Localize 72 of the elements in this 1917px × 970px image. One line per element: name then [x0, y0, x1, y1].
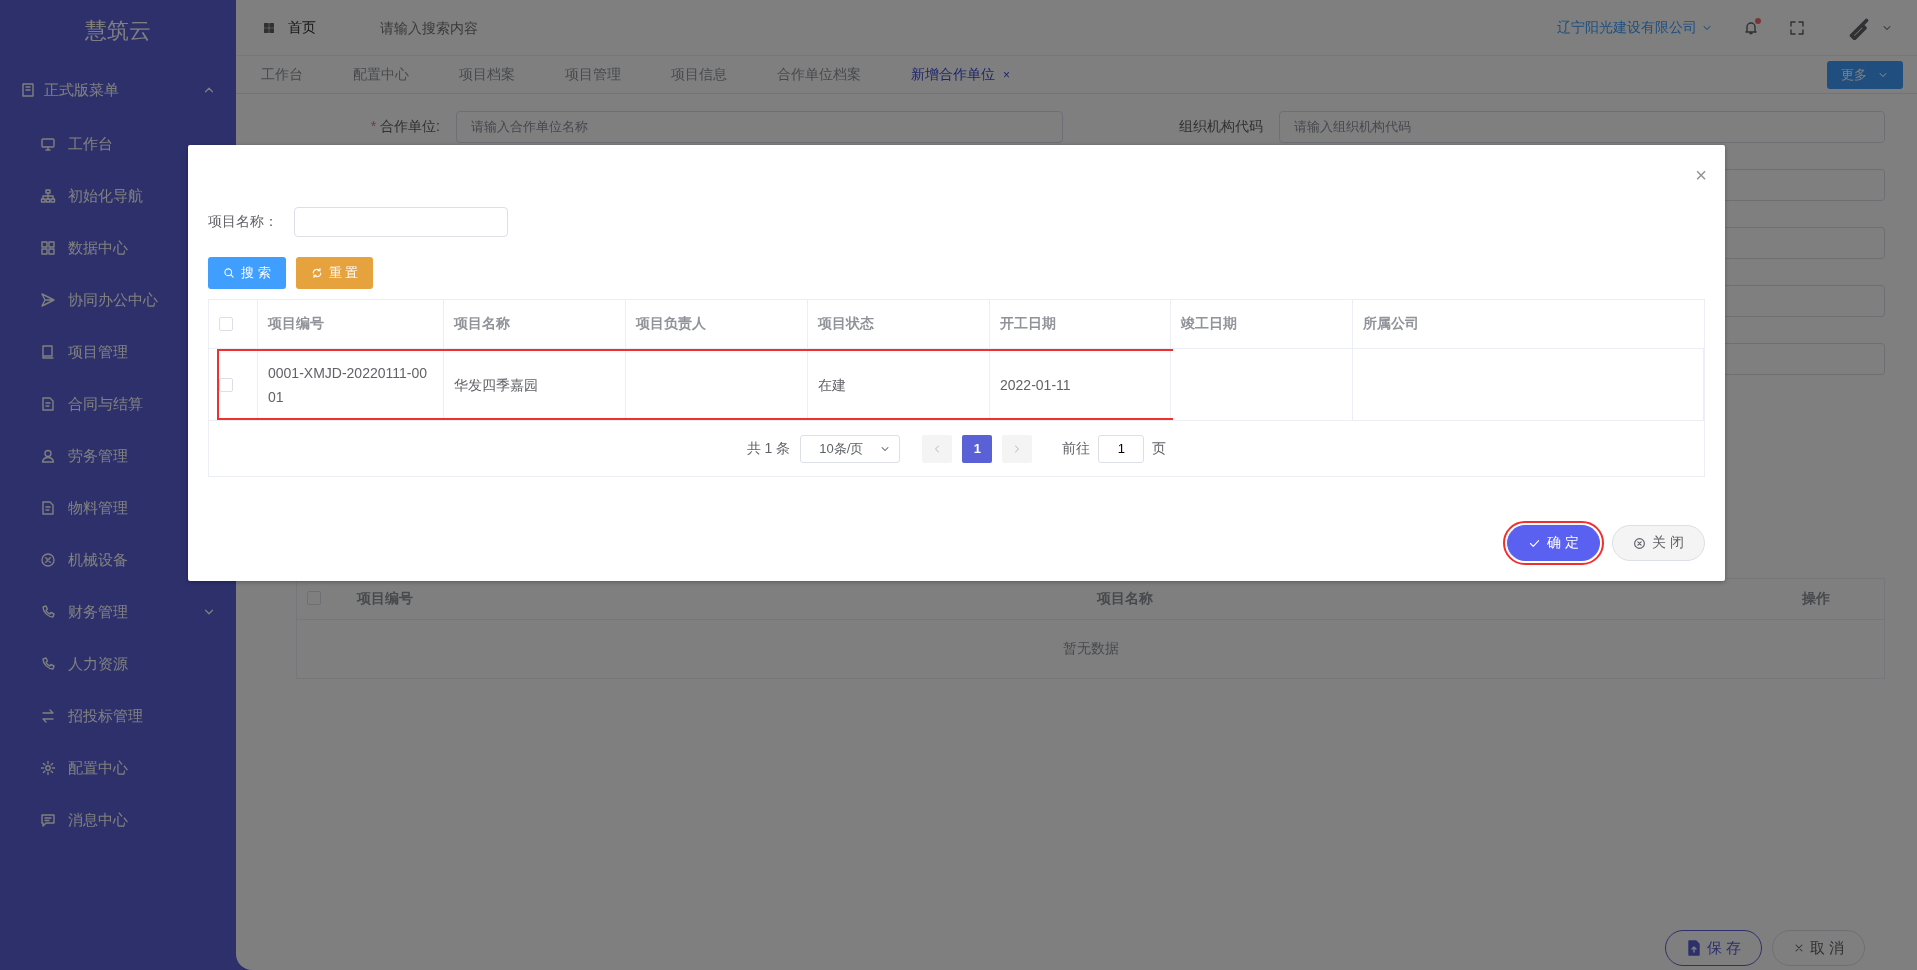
document-edit-icon: [40, 500, 56, 516]
sidebar-item[interactable]: 项目管理: [0, 326, 236, 378]
page-button[interactable]: 1: [962, 434, 993, 463]
bell-icon: [1743, 19, 1759, 36]
fullscreen-icon: [1789, 19, 1805, 36]
close-icon[interactable]: ×: [1003, 67, 1010, 82]
home-link[interactable]: 首页: [288, 18, 316, 37]
field-label: * 合作单位:: [369, 118, 440, 136]
phone-icon: [40, 656, 56, 672]
table-cell-text: 2022-01-11: [1000, 375, 1071, 395]
chat-icon: [40, 812, 56, 828]
circle-x-icon: [40, 552, 56, 568]
sidebar-item[interactable]: 配置中心: [0, 742, 236, 794]
grid-icon: [40, 240, 56, 256]
column-header: 项目名称: [444, 300, 626, 348]
close-button[interactable]: 关 闭: [1612, 525, 1705, 561]
refresh-icon: [310, 267, 323, 279]
page-size-select[interactable]: 10条/页: [800, 434, 901, 463]
field-label: 项目名称：: [208, 213, 278, 231]
column-header: 竣工日期: [1171, 300, 1353, 348]
sidebar-item[interactable]: 财务管理: [0, 586, 236, 638]
file-upload-icon: [1685, 940, 1702, 956]
cancel-button[interactable]: 取 消: [1771, 930, 1865, 966]
menu-icon: [20, 82, 36, 98]
table-cell-text: 0001-XMJD-20220111-0001: [268, 363, 429, 407]
column-header: 项目负责人: [626, 300, 808, 348]
app-logo: 慧筑云: [84, 17, 152, 45]
close-button[interactable]: ×: [1695, 165, 1707, 185]
company-selector[interactable]: 辽宁阳光建设有限公司: [1557, 18, 1713, 37]
sidebar-item[interactable]: 工作台: [0, 118, 236, 170]
search-button[interactable]: 搜 索: [208, 257, 286, 289]
save-button[interactable]: 保 存: [1664, 930, 1762, 966]
sidebar-item[interactable]: 招投标管理: [0, 690, 236, 742]
page-input[interactable]: 1: [1098, 434, 1145, 463]
notification-button[interactable]: [1743, 19, 1759, 36]
sidebar-item[interactable]: 物料管理: [0, 482, 236, 534]
sidebar-item[interactable]: 消息中心: [0, 794, 236, 846]
user-icon: [40, 448, 56, 464]
table-cell-text: 在建: [818, 375, 846, 395]
search-icon: [223, 267, 235, 279]
book-icon: [40, 344, 56, 360]
tab[interactable]: 新增合作单位 ×: [886, 56, 1035, 93]
more-button[interactable]: 更多: [1827, 60, 1903, 89]
sitemap-icon: [40, 188, 56, 204]
total-count: 共 1 条: [746, 439, 791, 458]
column-header: 开工日期: [990, 300, 1171, 348]
field-label: 组织机构代码: [1177, 118, 1263, 136]
sidebar-item[interactable]: 合同与结算: [0, 378, 236, 430]
reset-button[interactable]: 重 置: [295, 257, 374, 289]
circle-x-icon: [1633, 536, 1647, 550]
prev-page-button[interactable]: [922, 434, 953, 463]
column-header: 项目编号: [258, 300, 444, 348]
checkbox[interactable]: [219, 377, 233, 392]
send-icon: [40, 292, 56, 308]
column-header: 项目状态: [808, 300, 990, 348]
swap-icon: [40, 708, 56, 724]
goto-label: 前往: [1062, 439, 1091, 458]
grid-icon: [262, 20, 276, 35]
column-header: 所属公司: [1362, 314, 1420, 333]
monitor-icon: [40, 136, 56, 152]
gear-icon: [40, 760, 56, 776]
page-suffix: 页: [1152, 439, 1167, 458]
phone-icon: [40, 604, 56, 620]
checkbox[interactable]: [219, 317, 233, 331]
next-page-button[interactable]: [1002, 434, 1033, 463]
input-field[interactable]: [294, 207, 508, 237]
table-cell-text: 华发四季嘉园: [454, 375, 538, 395]
menu-section[interactable]: 正式版菜单: [0, 62, 236, 118]
sidebar-item[interactable]: 人力资源: [0, 638, 236, 690]
sidebar-item[interactable]: 机械设备: [0, 534, 236, 586]
document-edit-icon: [40, 396, 56, 412]
sidebar-item[interactable]: 劳务管理: [0, 430, 236, 482]
